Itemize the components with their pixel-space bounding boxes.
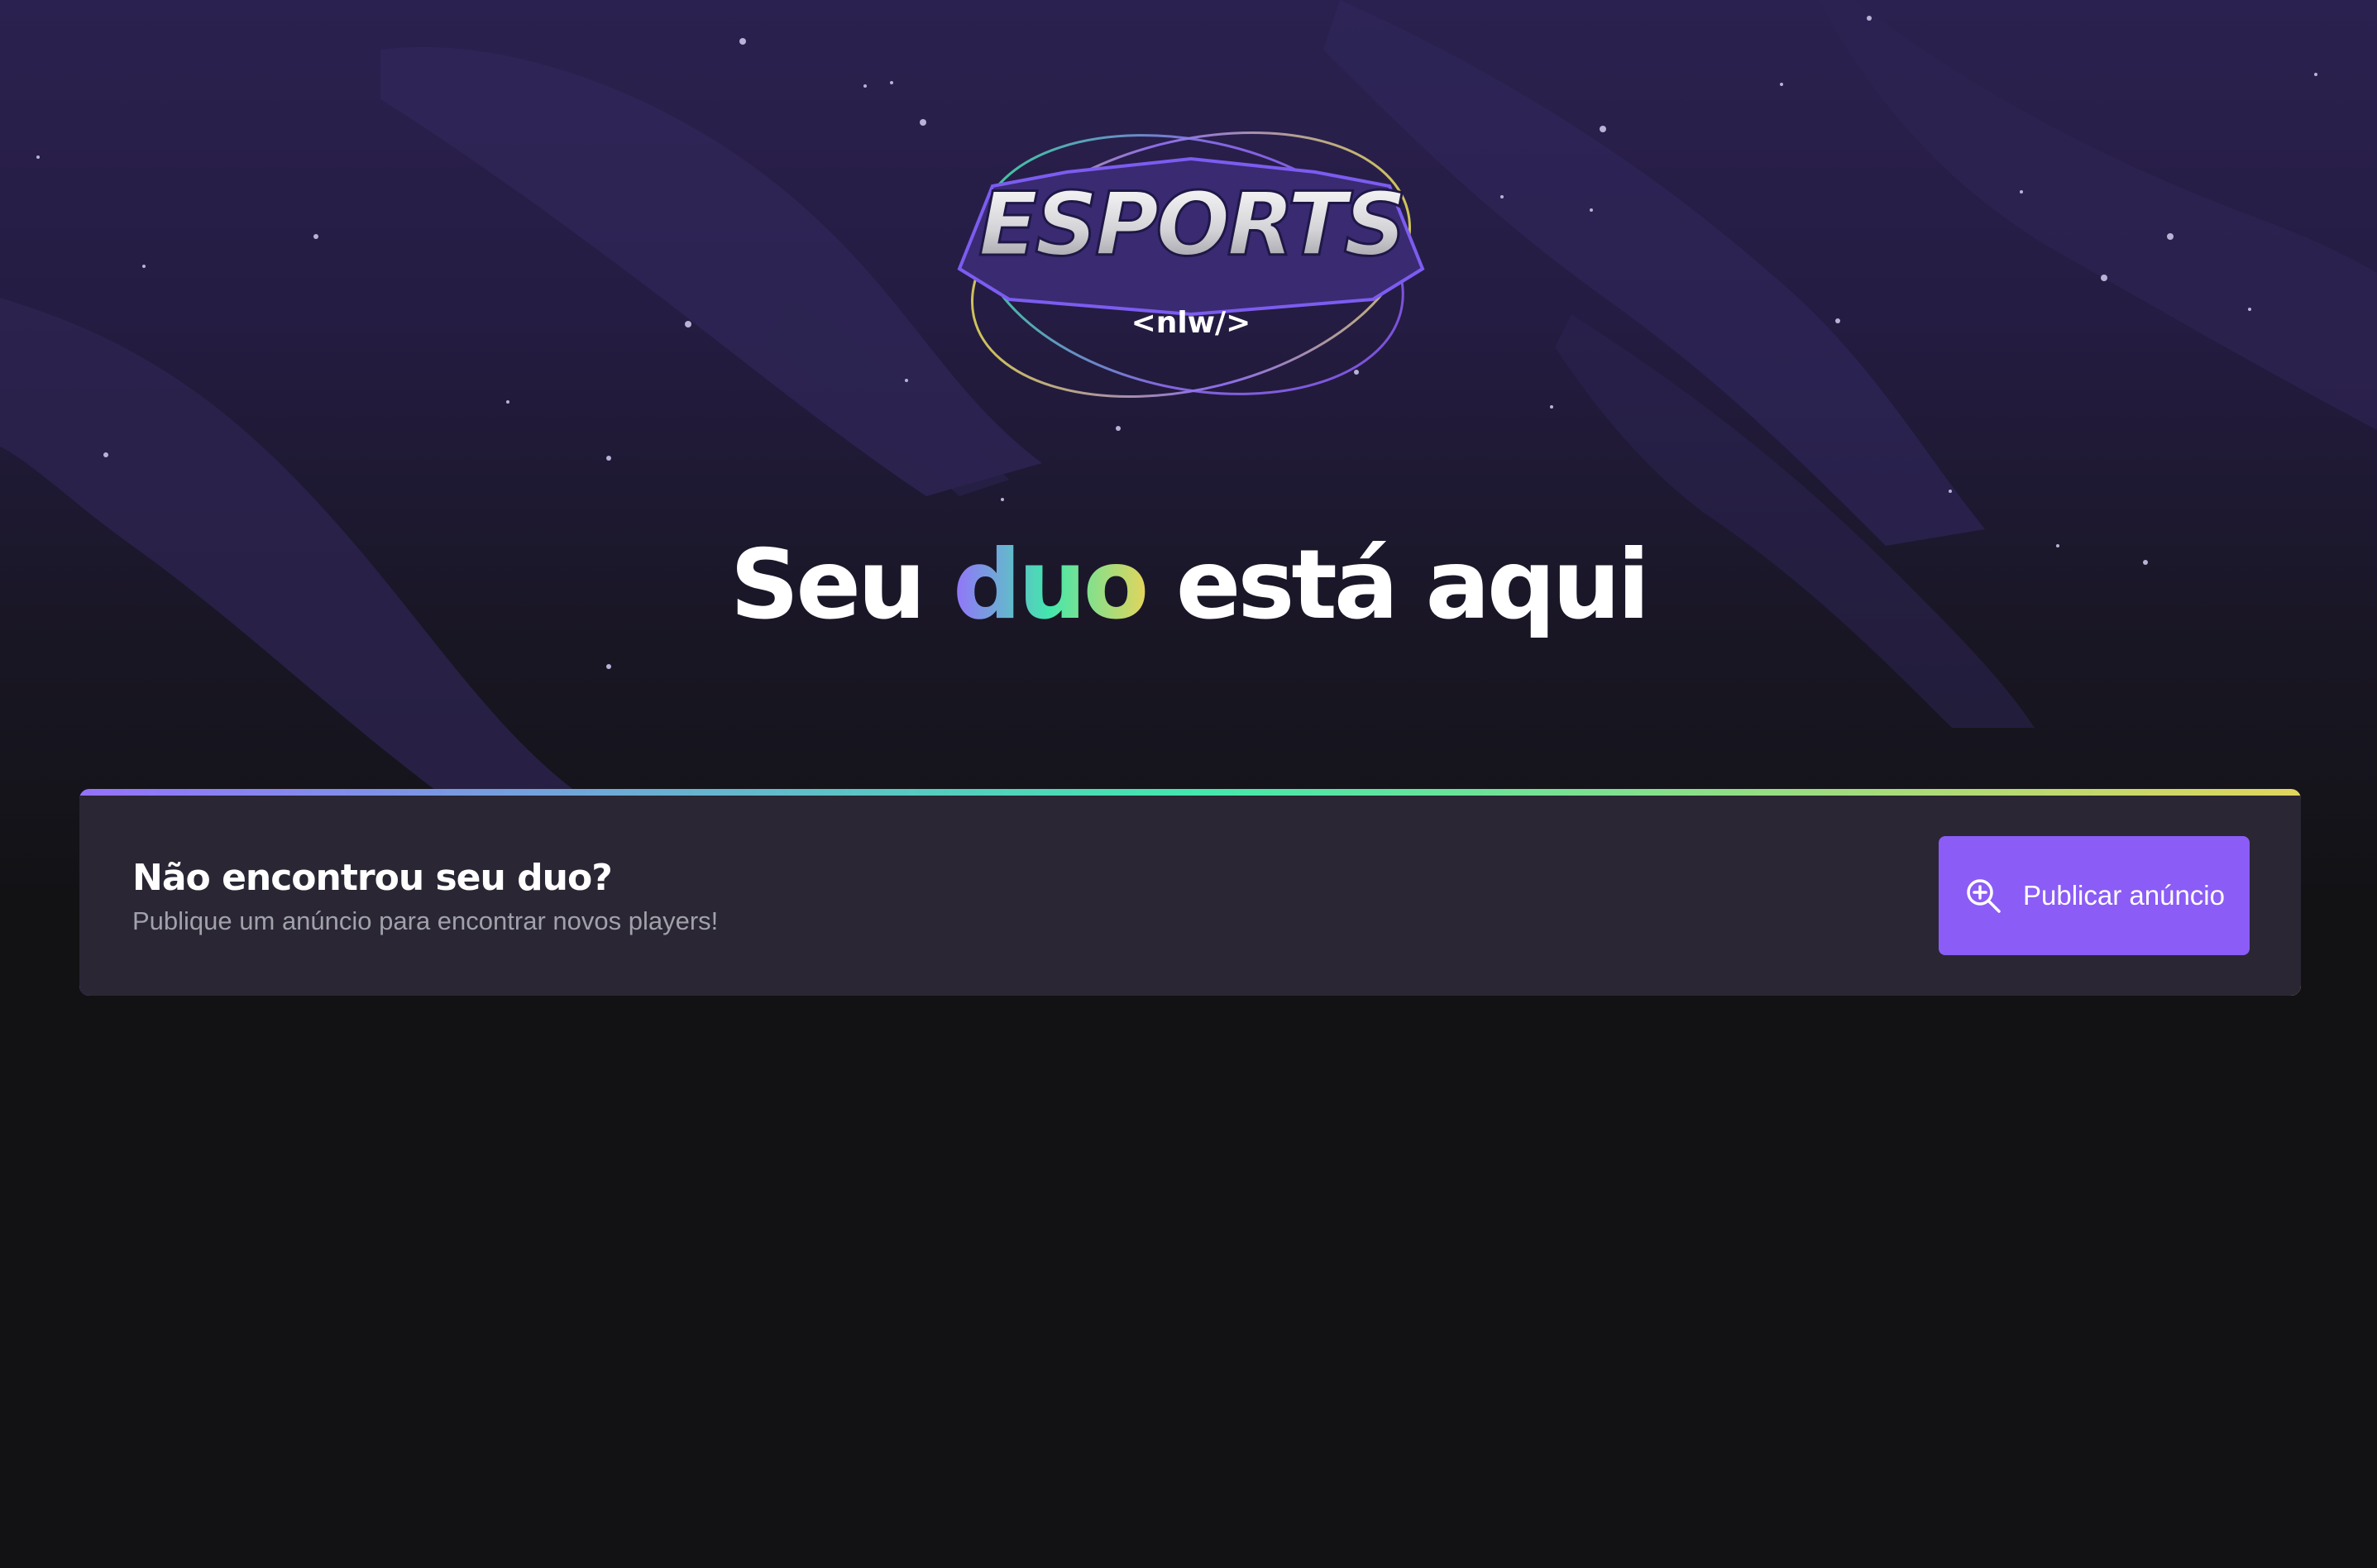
banner-body: Não encontrou seu duo? Publique um anúnc… [79, 796, 2301, 996]
banner-title: Não encontrou seu duo? [132, 857, 613, 899]
title-suffix: está aqui [1175, 529, 1650, 641]
banner-subtitle: Publique um anúncio para encontrar novos… [132, 906, 719, 935]
page: ESPORTS <nlw/> Seu duo está aqui Não enc… [0, 0, 2377, 1568]
esports-logo: ESPORTS <nlw/> [957, 131, 1425, 399]
page-title: Seu duo está aqui [0, 519, 2377, 652]
publish-ad-label: Publicar anúncio [2023, 880, 2225, 911]
logo-wordmark: ESPORTS [978, 174, 1404, 275]
magnifying-glass-plus-icon [1967, 879, 2001, 913]
publish-ad-button[interactable]: Publicar anúncio [1939, 836, 2250, 955]
title-accent: duo [953, 529, 1149, 641]
create-ad-banner: Não encontrou seu duo? Publique um anúnc… [79, 789, 2301, 996]
title-prefix: Seu [729, 529, 926, 641]
logo-tag: <nlw/> [1131, 306, 1251, 340]
